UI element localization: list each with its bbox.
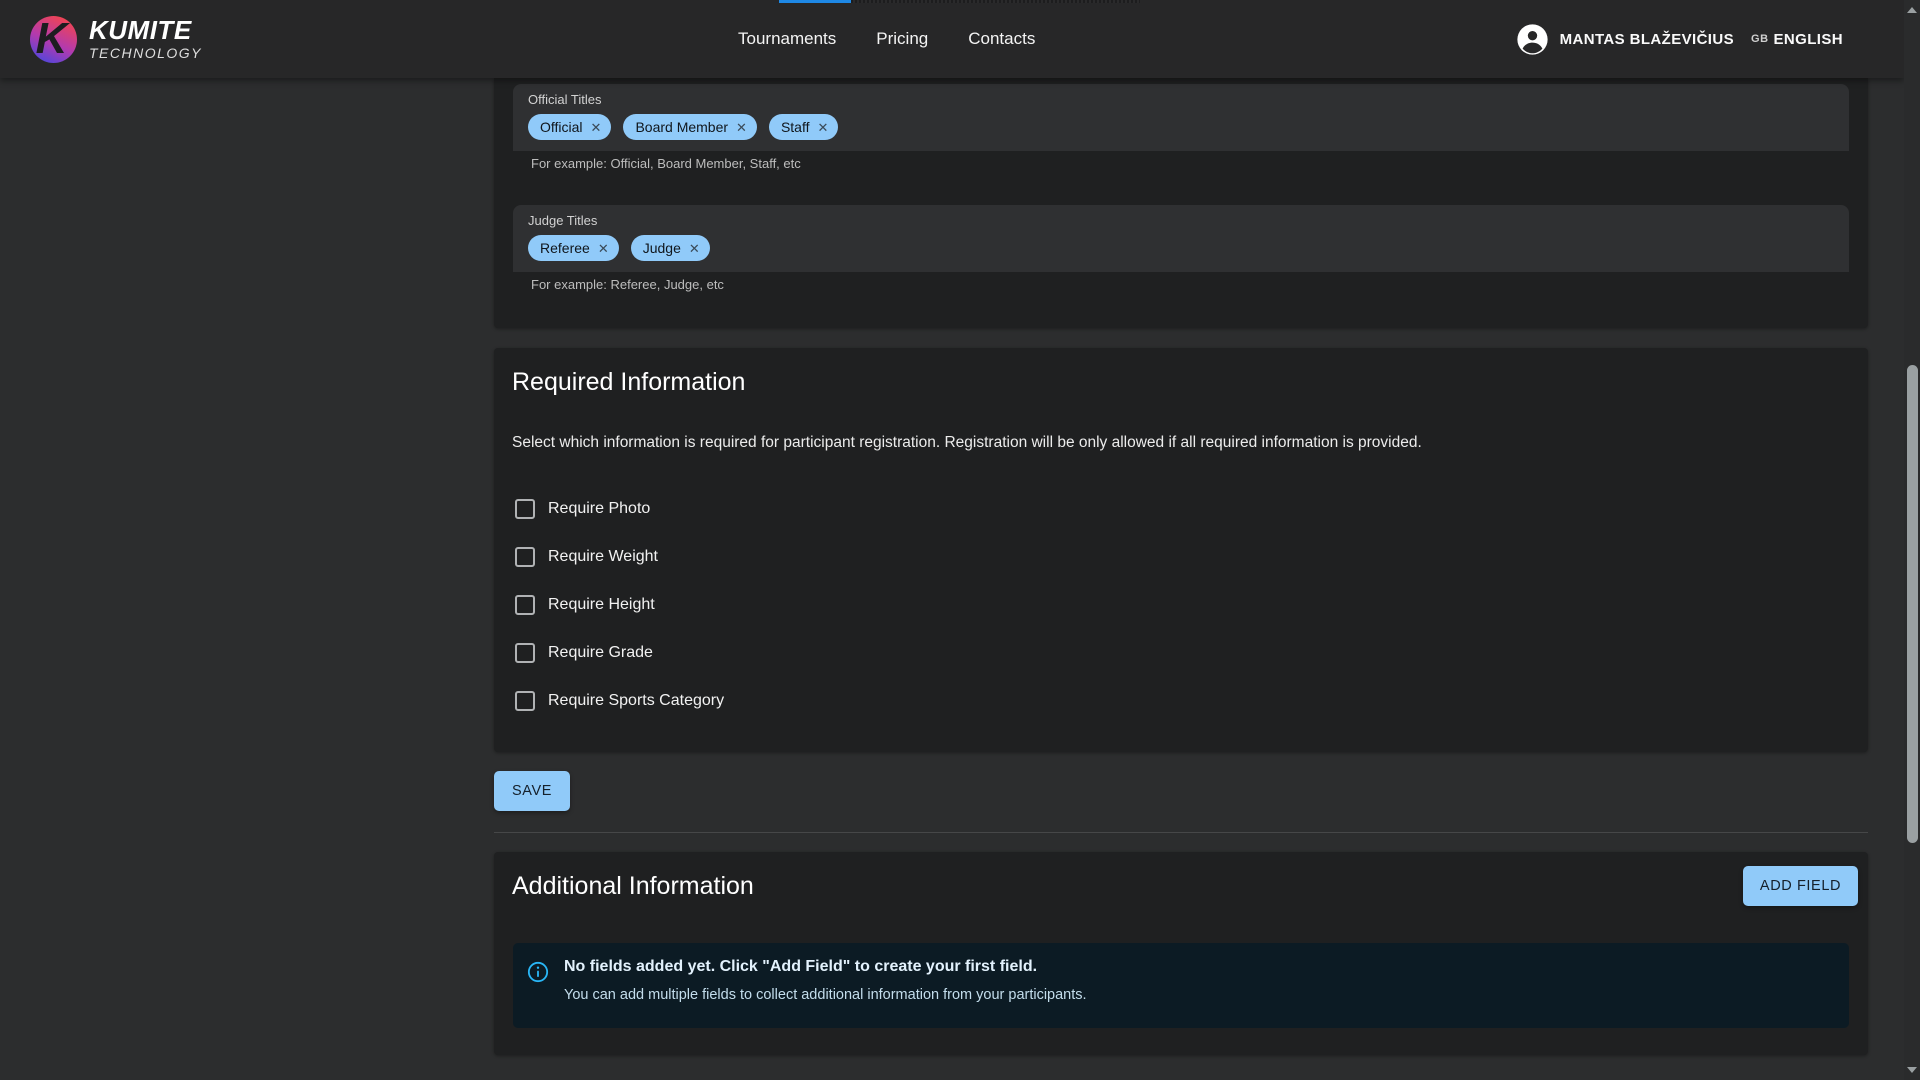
chip-staff-close-icon[interactable]: ✕ bbox=[818, 121, 829, 134]
chip-board-member-close-icon[interactable]: ✕ bbox=[736, 121, 747, 134]
user-avatar-icon[interactable] bbox=[1516, 23, 1549, 56]
require-grade-label: Require Grade bbox=[548, 644, 653, 662]
checkbox-row-require-photo[interactable]: Require Photo bbox=[515, 485, 724, 533]
require-height-label: Require Height bbox=[548, 596, 655, 614]
require-grade-checkbox[interactable] bbox=[515, 643, 535, 663]
checkbox-row-require-height[interactable]: Require Height bbox=[515, 581, 724, 629]
checkbox-row-require-weight[interactable]: Require Weight bbox=[515, 533, 724, 581]
chip-judge[interactable]: Judge ✕ bbox=[631, 235, 710, 261]
chip-judge-label: Judge bbox=[643, 240, 681, 256]
required-information-card: Required Information Select which inform… bbox=[494, 348, 1868, 752]
require-photo-checkbox[interactable] bbox=[515, 499, 535, 519]
official-titles-helper: For example: Official, Board Member, Sta… bbox=[531, 156, 801, 171]
vertical-scrollbar[interactable] bbox=[1904, 0, 1920, 1080]
navbar-right: MANTAS BLAŽEVIČIUS GB ENGLISH bbox=[1516, 0, 1843, 78]
checkbox-row-require-grade[interactable]: Require Grade bbox=[515, 629, 724, 677]
require-sports-category-checkbox[interactable] bbox=[515, 691, 535, 711]
language-label: ENGLISH bbox=[1774, 31, 1843, 48]
official-titles-chips: Official ✕ Board Member ✕ Staff ✕ bbox=[528, 114, 838, 140]
no-fields-info-alert: No fields added yet. Click "Add Field" t… bbox=[513, 943, 1849, 1028]
official-titles-input[interactable]: Official Titles Official ✕ Board Member … bbox=[513, 84, 1849, 151]
logo-letter: K bbox=[36, 17, 68, 61]
add-field-button[interactable]: ADD FIELD bbox=[1743, 866, 1858, 906]
chip-judge-close-icon[interactable]: ✕ bbox=[689, 242, 700, 255]
required-information-description: Select which information is required for… bbox=[512, 434, 1422, 452]
require-photo-label: Require Photo bbox=[548, 500, 650, 518]
titles-card: Official Titles Official ✕ Board Member … bbox=[494, 78, 1868, 328]
require-height-checkbox[interactable] bbox=[515, 595, 535, 615]
required-checkbox-list: Require Photo Require Weight Require Hei… bbox=[515, 485, 724, 725]
judge-titles-label: Judge Titles bbox=[528, 213, 597, 228]
active-tab-indicator bbox=[779, 0, 851, 3]
chip-official[interactable]: Official ✕ bbox=[528, 114, 611, 140]
require-weight-label: Require Weight bbox=[548, 548, 658, 566]
require-sports-category-label: Require Sports Category bbox=[548, 692, 724, 710]
kumite-logo-icon: K bbox=[30, 16, 77, 63]
save-button[interactable]: SAVE bbox=[494, 771, 570, 811]
main-nav: Tournaments Pricing Contacts bbox=[738, 0, 1035, 78]
judge-titles-input[interactable]: Judge Titles Referee ✕ Judge ✕ bbox=[513, 205, 1849, 272]
language-selector[interactable]: GB ENGLISH bbox=[1751, 31, 1843, 48]
brand-text: KUMITE TECHNOLOGY bbox=[89, 17, 202, 60]
chip-referee[interactable]: Referee ✕ bbox=[528, 235, 619, 261]
user-menu[interactable]: MANTAS BLAŽEVIČIUS bbox=[1560, 31, 1734, 48]
scroll-up-arrow[interactable] bbox=[1904, 2, 1920, 18]
nav-link-contacts[interactable]: Contacts bbox=[968, 29, 1035, 49]
chip-referee-label: Referee bbox=[540, 240, 590, 256]
section-divider bbox=[494, 832, 1868, 833]
language-flag-code: GB bbox=[1751, 33, 1769, 45]
additional-information-card: Additional Information ADD FIELD No fiel… bbox=[494, 852, 1868, 1055]
alert-title: No fields added yet. Click "Add Field" t… bbox=[564, 958, 1037, 976]
alert-body: You can add multiple fields to collect a… bbox=[564, 987, 1087, 1003]
nav-link-pricing[interactable]: Pricing bbox=[876, 29, 928, 49]
judge-titles-chips: Referee ✕ Judge ✕ bbox=[528, 235, 710, 261]
scroll-down-arrow[interactable] bbox=[1904, 1062, 1920, 1078]
brand-name: KUMITE bbox=[89, 17, 202, 44]
judge-titles-helper: For example: Referee, Judge, etc bbox=[531, 277, 724, 292]
checkbox-row-require-sports-category[interactable]: Require Sports Category bbox=[515, 677, 724, 725]
brand-logo[interactable]: K KUMITE TECHNOLOGY bbox=[30, 16, 202, 63]
chip-board-member-label: Board Member bbox=[635, 119, 728, 135]
scrollbar-thumb[interactable] bbox=[1907, 365, 1918, 843]
chip-official-label: Official bbox=[540, 119, 583, 135]
chip-staff[interactable]: Staff ✕ bbox=[769, 114, 838, 140]
chip-staff-label: Staff bbox=[781, 119, 810, 135]
require-weight-checkbox[interactable] bbox=[515, 547, 535, 567]
required-information-title: Required Information bbox=[512, 368, 745, 397]
chip-board-member[interactable]: Board Member ✕ bbox=[623, 114, 757, 140]
info-icon bbox=[527, 961, 549, 983]
tab-strip-edge bbox=[851, 0, 1140, 3]
chip-referee-close-icon[interactable]: ✕ bbox=[598, 242, 609, 255]
brand-subtitle: TECHNOLOGY bbox=[89, 45, 202, 61]
nav-link-tournaments[interactable]: Tournaments bbox=[738, 29, 836, 49]
chip-official-close-icon[interactable]: ✕ bbox=[591, 121, 602, 134]
top-navbar: K KUMITE TECHNOLOGY Tournaments Pricing … bbox=[0, 0, 1904, 78]
additional-information-title: Additional Information bbox=[512, 872, 754, 901]
official-titles-label: Official Titles bbox=[528, 92, 601, 107]
